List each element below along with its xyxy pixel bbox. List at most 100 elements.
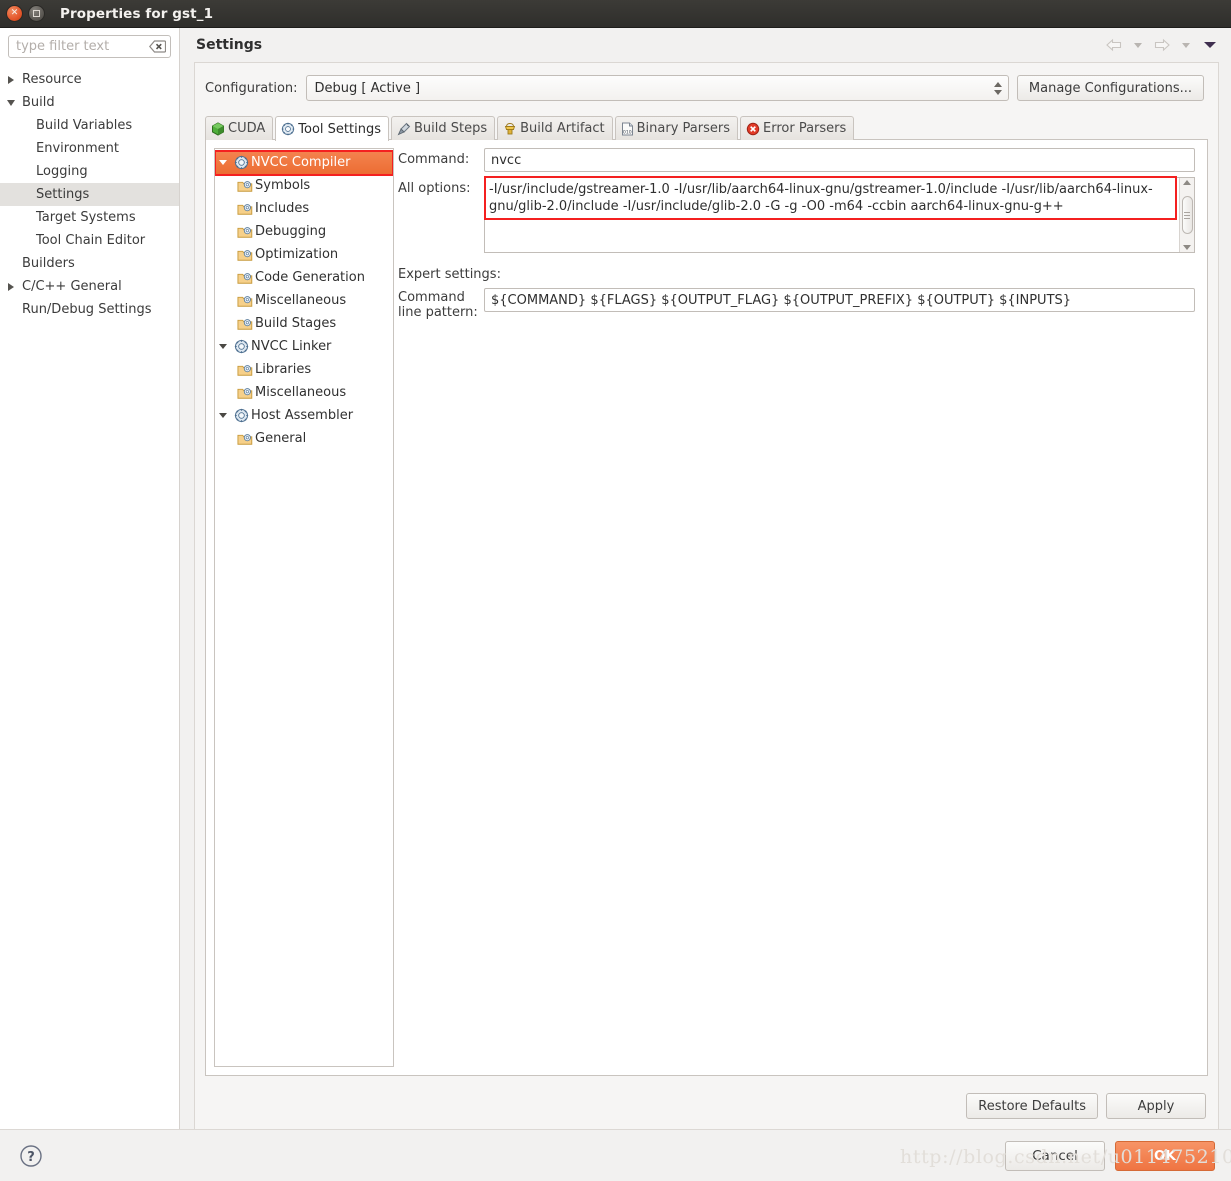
tool-tree-item-build-stages[interactable]: Build Stages xyxy=(215,312,393,335)
apply-button[interactable]: Apply xyxy=(1106,1093,1206,1119)
manage-configurations-button[interactable]: Manage Configurations... xyxy=(1016,75,1204,101)
sidebar-item-build[interactable]: Build xyxy=(0,91,179,114)
sidebar-item-settings[interactable]: Settings xyxy=(0,183,179,206)
tool-tree-item-debugging[interactable]: Debugging xyxy=(215,220,393,243)
tab-build-steps[interactable]: Build Steps xyxy=(391,116,496,140)
tool-tree-item-nvcc-compiler[interactable]: NVCC Compiler xyxy=(215,151,393,174)
sidebar-item-target-systems[interactable]: Target Systems xyxy=(0,206,179,229)
sidebar-item-label: Target Systems xyxy=(36,210,136,225)
settings-tree[interactable]: Resource Build Build Variables Environment L… xyxy=(0,64,179,321)
tool-tree-item-label: Host Assembler xyxy=(251,408,354,423)
svg-text:?: ? xyxy=(27,1150,35,1165)
tool-tree-item-label: NVCC Compiler xyxy=(251,155,351,170)
back-arrow-icon[interactable] xyxy=(1103,35,1125,55)
forward-menu-chevron-down-icon[interactable] xyxy=(1175,35,1197,55)
window-title: Properties for gst_1 xyxy=(60,5,214,22)
tool-tree-item-nvcc-linker[interactable]: NVCC Linker xyxy=(215,335,393,358)
tool-tree-item-miscellaneous[interactable]: Miscellaneous xyxy=(215,381,393,404)
tool-tree-item-includes[interactable]: Includes xyxy=(215,197,393,220)
sidebar-item-label: Build xyxy=(22,95,55,110)
ok-button[interactable]: OK xyxy=(1115,1140,1215,1171)
command-line-pattern-row: Command line pattern: ${COMMAND} ${FLAGS… xyxy=(398,288,1195,320)
sidebar-item-c-c-general[interactable]: C/C++ General xyxy=(0,275,179,298)
expert-settings-label: Expert settings: xyxy=(398,267,501,282)
tool-tree-item-label: Miscellaneous xyxy=(255,385,347,400)
sidebar-item-build-variables[interactable]: Build Variables xyxy=(0,114,179,137)
chevron-right-icon[interactable] xyxy=(4,75,18,84)
close-icon[interactable]: ✕ xyxy=(6,5,23,22)
tool-tree-item-host-assembler[interactable]: Host Assembler xyxy=(215,404,393,427)
sidebar-item-label: Builders xyxy=(22,256,75,271)
filter-placeholder: type filter text xyxy=(16,39,110,54)
tool-tree-item-label: Miscellaneous xyxy=(255,293,347,308)
chevron-right-icon[interactable] xyxy=(4,282,18,291)
sidebar-item-tool-chain-editor[interactable]: Tool Chain Editor xyxy=(0,229,179,252)
sidebar-item-builders[interactable]: Builders xyxy=(0,252,179,275)
chevron-down-icon[interactable] xyxy=(4,99,18,106)
cancel-button[interactable]: Cancel xyxy=(1005,1140,1105,1171)
build-artifact-icon xyxy=(503,122,517,136)
tool-tree-item-code-generation[interactable]: Code Generation xyxy=(215,266,393,289)
option-category-folder-icon xyxy=(235,294,255,308)
chevron-down-icon[interactable] xyxy=(215,160,231,165)
sidebar-item-resource[interactable]: Resource xyxy=(0,68,179,91)
option-category-folder-icon xyxy=(235,179,255,193)
tool-tree-item-libraries[interactable]: Libraries xyxy=(215,358,393,381)
clear-icon[interactable] xyxy=(149,40,167,53)
filter-input[interactable]: type filter text xyxy=(8,35,171,58)
dialog-body: type filter text Resource Build Build Vari… xyxy=(0,28,1231,1129)
option-category-folder-icon xyxy=(235,432,255,446)
tab-binary-parsers[interactable]: 010 Binary Parsers xyxy=(614,116,739,140)
command-input[interactable]: nvcc xyxy=(484,148,1195,172)
chevron-down-icon[interactable] xyxy=(215,344,231,349)
help-icon[interactable]: ? xyxy=(18,1143,44,1169)
restore-defaults-button[interactable]: Restore Defaults xyxy=(966,1093,1098,1119)
tab-error-parsers[interactable]: Error Parsers xyxy=(740,116,855,140)
window-titlebar: ✕ Properties for gst_1 xyxy=(0,0,1231,28)
back-menu-chevron-down-icon[interactable] xyxy=(1127,35,1149,55)
scroll-down-icon[interactable] xyxy=(1183,245,1191,250)
tool-tree-item-label: Symbols xyxy=(255,178,311,193)
dialog-footer: ? Cancel OK xyxy=(0,1129,1231,1181)
tool-tree-item-label: NVCC Linker xyxy=(251,339,332,354)
sidebar-item-label: Settings xyxy=(36,187,90,202)
tool-tree[interactable]: NVCC Compiler Symbols Includes Debugging Opt… xyxy=(215,151,393,450)
maximize-icon[interactable] xyxy=(28,5,45,22)
scrollbar-thumb[interactable] xyxy=(1181,196,1193,234)
tool-tree-item-symbols[interactable]: Symbols xyxy=(215,174,393,197)
tab-tool-settings[interactable]: Tool Settings xyxy=(275,116,389,141)
configuration-spinner-icon[interactable] xyxy=(993,81,1002,95)
tool-tree-item-label: Libraries xyxy=(255,362,312,377)
command-line-pattern-input[interactable]: ${COMMAND} ${FLAGS} ${OUTPUT_FLAG} ${OUT… xyxy=(484,288,1195,312)
configuration-value: Debug [ Active ] xyxy=(314,80,421,96)
sidebar-item-label: Run/Debug Settings xyxy=(22,302,152,317)
error-parsers-icon xyxy=(746,122,760,136)
tab-label: Error Parsers xyxy=(763,121,847,136)
tab-label: Tool Settings xyxy=(298,121,381,137)
sidebar-item-logging[interactable]: Logging xyxy=(0,160,179,183)
all-options-field[interactable]: -I/usr/include/gstreamer-1.0 -I/usr/lib/… xyxy=(484,177,1195,253)
tool-tree-item-miscellaneous[interactable]: Miscellaneous xyxy=(215,289,393,312)
all-options-scrollbar[interactable] xyxy=(1179,178,1194,252)
content-footer: Restore Defaults Apply xyxy=(195,1087,1218,1129)
tab-cuda[interactable]: CUDA xyxy=(205,116,274,140)
properties-dialog: ✕ Properties for gst_1 type filter text … xyxy=(0,0,1231,1181)
configuration-select[interactable]: Debug [ Active ] xyxy=(305,75,1009,101)
tab-build-artifact[interactable]: Build Artifact xyxy=(497,116,613,140)
scroll-up-icon[interactable] xyxy=(1183,180,1191,185)
option-category-folder-icon xyxy=(235,202,255,216)
tool-tree-item-optimization[interactable]: Optimization xyxy=(215,243,393,266)
sidebar-item-run-debug-settings[interactable]: Run/Debug Settings xyxy=(0,298,179,321)
tool-tree-panel: NVCC Compiler Symbols Includes Debugging Opt… xyxy=(214,148,394,1067)
view-menu-caret-icon[interactable] xyxy=(1199,35,1221,55)
tool-tree-item-general[interactable]: General xyxy=(215,427,393,450)
tool-tree-item-label: Build Stages xyxy=(255,316,337,331)
tab-strip[interactable]: CUDA Tool Settings Build Steps Build Artifa… xyxy=(195,111,1218,141)
forward-arrow-icon[interactable] xyxy=(1151,35,1173,55)
configuration-label: Configuration: xyxy=(205,80,298,96)
tool-tree-item-label: Optimization xyxy=(255,247,339,262)
sidebar-item-environment[interactable]: Environment xyxy=(0,137,179,160)
option-category-folder-icon xyxy=(235,363,255,377)
chevron-down-icon[interactable] xyxy=(215,413,231,418)
tool-gear-icon xyxy=(231,339,251,354)
